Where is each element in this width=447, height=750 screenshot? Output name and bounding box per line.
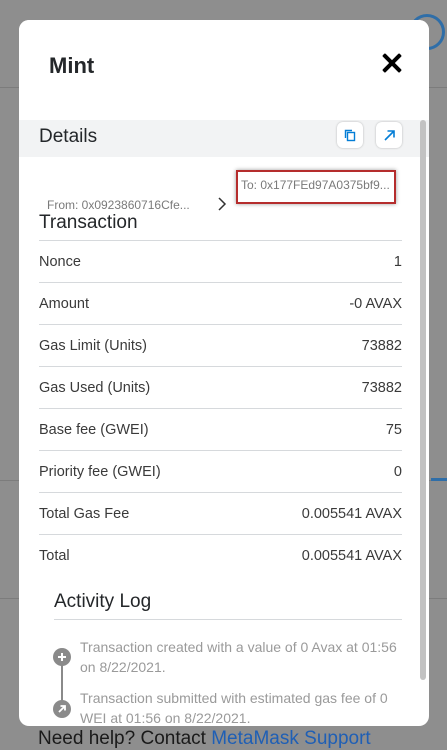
row-label: Nonce xyxy=(39,253,81,270)
row-value: 75 xyxy=(385,421,402,438)
row-value: 0.005541 AVAX xyxy=(301,505,402,522)
plus-circle-icon xyxy=(53,648,71,666)
table-row: Priority fee (GWEI) 0 xyxy=(39,450,402,492)
activity-entry: Transaction submitted with estimated gas… xyxy=(80,690,388,726)
activity-log-title: Activity Log xyxy=(54,591,152,612)
from-address[interactable]: From: 0x0923860716Cfe... xyxy=(47,198,190,212)
transaction-section-title: Transaction xyxy=(39,212,138,233)
details-header: Details xyxy=(19,120,429,157)
close-icon[interactable] xyxy=(381,52,403,74)
transaction-details-modal: Mint Details From: 0x0923860716Cfe... To… xyxy=(19,20,429,726)
activity-entry: Transaction created with a value of 0 Av… xyxy=(80,639,397,675)
metamask-support-link[interactable]: MetaMask Support xyxy=(211,728,370,749)
row-value: 0 xyxy=(393,463,402,480)
table-row: Gas Limit (Units) 73882 xyxy=(39,324,402,366)
chevron-right-icon xyxy=(218,197,227,211)
row-value: 1 xyxy=(393,253,402,270)
row-value: -0 AVAX xyxy=(349,295,402,312)
transaction-table: Nonce 1 Amount -0 AVAX Gas Limit (Units)… xyxy=(39,240,402,576)
table-row: Base fee (GWEI) 75 xyxy=(39,408,402,450)
divider xyxy=(54,619,402,620)
row-value: 73882 xyxy=(361,379,402,396)
help-text: Need help? Contact MetaMask Support xyxy=(38,728,371,750)
row-label: Total Gas Fee xyxy=(39,505,130,522)
modal-title: Mint xyxy=(49,53,95,78)
row-value: 73882 xyxy=(361,337,402,354)
help-prefix: Need help? Contact xyxy=(38,728,212,749)
table-row: Gas Used (Units) 73882 xyxy=(39,366,402,408)
table-row: Total 0.005541 AVAX xyxy=(39,534,402,576)
to-address[interactable]: To: 0x177FEd97A0375bf9... xyxy=(241,178,390,192)
row-value: 0.005541 AVAX xyxy=(301,547,402,564)
modal-scroll-area[interactable]: Details From: 0x0923860716Cfe... To: 0x1… xyxy=(19,120,429,726)
view-on-explorer-button[interactable] xyxy=(376,122,402,148)
tab-indicator xyxy=(431,478,447,481)
table-row: Nonce 1 xyxy=(39,240,402,282)
row-label: Amount xyxy=(39,295,89,312)
row-label: Gas Used (Units) xyxy=(39,379,151,396)
table-row: Total Gas Fee 0.005541 AVAX xyxy=(39,492,402,534)
modal-header: Mint xyxy=(19,20,429,120)
table-row: Amount -0 AVAX xyxy=(39,282,402,324)
copy-icon xyxy=(344,129,356,141)
arrow-up-right-circle-icon xyxy=(53,700,71,718)
row-label: Total xyxy=(39,547,70,564)
details-label: Details xyxy=(39,126,98,147)
scrollbar[interactable] xyxy=(420,120,426,680)
row-label: Base fee (GWEI) xyxy=(39,421,149,438)
external-link-icon xyxy=(383,129,395,141)
row-label: Priority fee (GWEI) xyxy=(39,463,161,480)
copy-button[interactable] xyxy=(337,122,363,148)
row-label: Gas Limit (Units) xyxy=(39,337,147,354)
